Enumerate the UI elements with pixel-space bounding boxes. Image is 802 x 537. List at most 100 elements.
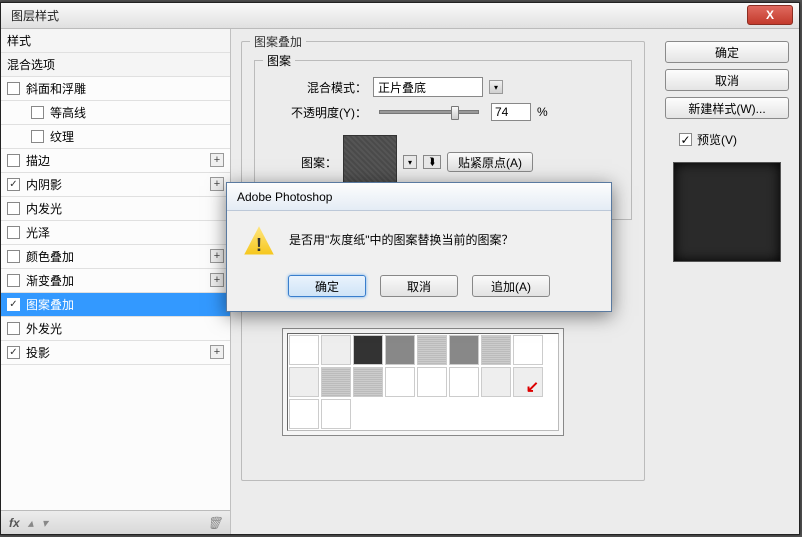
pattern-swatch[interactable] <box>449 367 479 397</box>
add-effect-icon[interactable]: + <box>210 345 224 359</box>
pattern-swatch[interactable] <box>385 367 415 397</box>
effect-checkbox[interactable] <box>7 226 20 239</box>
sidebar-item-label: 投影 <box>26 344 50 361</box>
pattern-swatch[interactable] <box>353 335 383 365</box>
effect-checkbox[interactable]: ✓ <box>7 298 20 311</box>
dialog-ok-button[interactable]: 确定 <box>288 275 366 297</box>
opacity-input[interactable] <box>491 103 531 121</box>
up-icon[interactable]: ▴ <box>28 516 34 530</box>
add-effect-icon[interactable]: + <box>210 249 224 263</box>
dialog-append-button[interactable]: 追加(A) <box>472 275 550 297</box>
sidebar-footer: fx ▴ ▾ 🗑 <box>1 510 230 534</box>
blend-mode-value: 正片叠底 <box>378 79 426 96</box>
blend-mode-row: 混合模式： 正片叠底 ▾ <box>267 77 619 97</box>
down-icon[interactable]: ▾ <box>42 516 48 530</box>
effect-checkbox[interactable]: ✓ <box>7 178 20 191</box>
effect-checkbox[interactable] <box>7 250 20 263</box>
snap-origin-button[interactable]: 贴紧原点(A) <box>447 152 533 172</box>
trash-icon[interactable]: 🗑 <box>207 516 222 530</box>
dialog-title[interactable]: Adobe Photoshop <box>227 183 611 211</box>
opacity-label: 不透明度(Y)： <box>267 104 367 121</box>
opacity-slider-thumb[interactable] <box>451 106 459 120</box>
dialog-cancel-button[interactable]: 取消 <box>380 275 458 297</box>
red-arrow-annotation: ↙ <box>526 377 539 397</box>
cancel-button[interactable]: 取消 <box>665 69 789 91</box>
preview-checkbox[interactable]: ✓ <box>679 133 692 146</box>
opacity-slider[interactable] <box>379 110 479 114</box>
pattern-swatch[interactable] <box>513 335 543 365</box>
effect-checkbox[interactable] <box>7 82 20 95</box>
sidebar-item-1[interactable]: 等高线 <box>1 101 230 125</box>
sidebar-item-6[interactable]: 光泽 <box>1 221 230 245</box>
titlebar[interactable]: 图层样式 X <box>1 3 799 29</box>
pattern-swatch[interactable] <box>321 367 351 397</box>
new-style-button[interactable]: 新建样式(W)... <box>665 97 789 119</box>
pattern-picker-popup: ↙ <box>282 328 564 436</box>
pattern-swatch[interactable] <box>321 335 351 365</box>
pattern-swatch[interactable] <box>449 335 479 365</box>
effect-checkbox[interactable]: ✓ <box>7 346 20 359</box>
pattern-swatch[interactable] <box>417 367 447 397</box>
sidebar-blend-options[interactable]: 混合选项 <box>1 53 230 77</box>
sidebar-styles-header[interactable]: 样式 <box>1 29 230 53</box>
warning-icon <box>243 225 275 257</box>
window-title: 图层样式 <box>11 7 59 24</box>
pattern-swatch[interactable] <box>289 367 319 397</box>
pattern-picker-dropdown-icon[interactable]: ▾ <box>403 155 417 169</box>
add-effect-icon[interactable]: + <box>210 153 224 167</box>
effect-checkbox[interactable] <box>7 154 20 167</box>
sidebar-item-3[interactable]: 描边+ <box>1 149 230 173</box>
sidebar-item-label: 颜色叠加 <box>26 248 74 265</box>
sidebar-item-label: 内发光 <box>26 200 62 217</box>
sidebar-item-0[interactable]: 斜面和浮雕 <box>1 77 230 101</box>
sidebar-item-9[interactable]: ✓图案叠加 <box>1 293 230 317</box>
blend-mode-select[interactable]: 正片叠底 <box>373 77 483 97</box>
pattern-swatch[interactable] <box>289 399 319 429</box>
pattern-row: 图案： ▾ ⮯ 贴紧原点(A) <box>267 135 619 189</box>
window-close-button[interactable]: X <box>747 5 793 25</box>
sidebar-item-8[interactable]: 渐变叠加 + <box>1 269 230 293</box>
add-effect-icon[interactable]: + <box>210 177 224 191</box>
dialog-buttons: 确定 取消 追加(A) <box>227 265 611 311</box>
inner-title: 图案 <box>263 52 295 69</box>
confirm-dialog: Adobe Photoshop 是否用"灰度纸"中的图案替换当前的图案？ 确定 … <box>226 182 612 312</box>
effect-checkbox[interactable] <box>7 322 20 335</box>
add-effect-icon[interactable]: + <box>210 273 224 287</box>
pattern-swatch[interactable] <box>385 335 415 365</box>
sidebar-list: 样式 混合选项 斜面和浮雕等高线纹理描边+✓内阴影+内发光光泽颜色叠加+渐变叠加… <box>1 29 230 510</box>
sidebar-item-4[interactable]: ✓内阴影+ <box>1 173 230 197</box>
sidebar-item-label: 斜面和浮雕 <box>26 80 86 97</box>
fx-icon[interactable]: fx <box>9 516 20 530</box>
effect-checkbox[interactable] <box>7 202 20 215</box>
group-title: 图案叠加 <box>250 33 306 50</box>
sidebar: 样式 混合选项 斜面和浮雕等高线纹理描边+✓内阴影+内发光光泽颜色叠加+渐变叠加… <box>1 29 231 534</box>
sidebar-item-5[interactable]: 内发光 <box>1 197 230 221</box>
pattern-thumbnail[interactable] <box>343 135 397 189</box>
effect-checkbox[interactable] <box>31 130 44 143</box>
sidebar-item-label: 等高线 <box>50 104 86 121</box>
opacity-unit: % <box>537 105 548 119</box>
sidebar-item-label: 光泽 <box>26 224 50 241</box>
effect-checkbox[interactable] <box>31 106 44 119</box>
blend-mode-label: 混合模式： <box>267 79 367 96</box>
label: 样式 <box>7 32 31 49</box>
sidebar-item-11[interactable]: ✓ 投影 + <box>1 341 230 365</box>
sidebar-item-label: 渐变叠加 <box>26 272 74 289</box>
pattern-swatch[interactable] <box>481 367 511 397</box>
sidebar-item-7[interactable]: 颜色叠加 + <box>1 245 230 269</box>
pattern-grid <box>287 333 559 431</box>
pattern-swatch[interactable] <box>353 367 383 397</box>
close-icon: X <box>766 8 774 22</box>
blend-mode-dropdown-icon[interactable]: ▾ <box>489 80 503 94</box>
preview-checkbox-row[interactable]: ✓ 预览(V) <box>679 131 789 148</box>
pattern-swatch[interactable] <box>289 335 319 365</box>
pattern-swatch[interactable] <box>321 399 351 429</box>
opacity-row: 不透明度(Y)： % <box>267 103 619 121</box>
link-icon[interactable]: ⮯ <box>423 155 441 169</box>
sidebar-item-2[interactable]: 纹理 <box>1 125 230 149</box>
pattern-swatch[interactable] <box>481 335 511 365</box>
ok-button[interactable]: 确定 <box>665 41 789 63</box>
pattern-swatch[interactable] <box>417 335 447 365</box>
effect-checkbox[interactable] <box>7 274 20 287</box>
sidebar-item-10[interactable]: 外发光 <box>1 317 230 341</box>
